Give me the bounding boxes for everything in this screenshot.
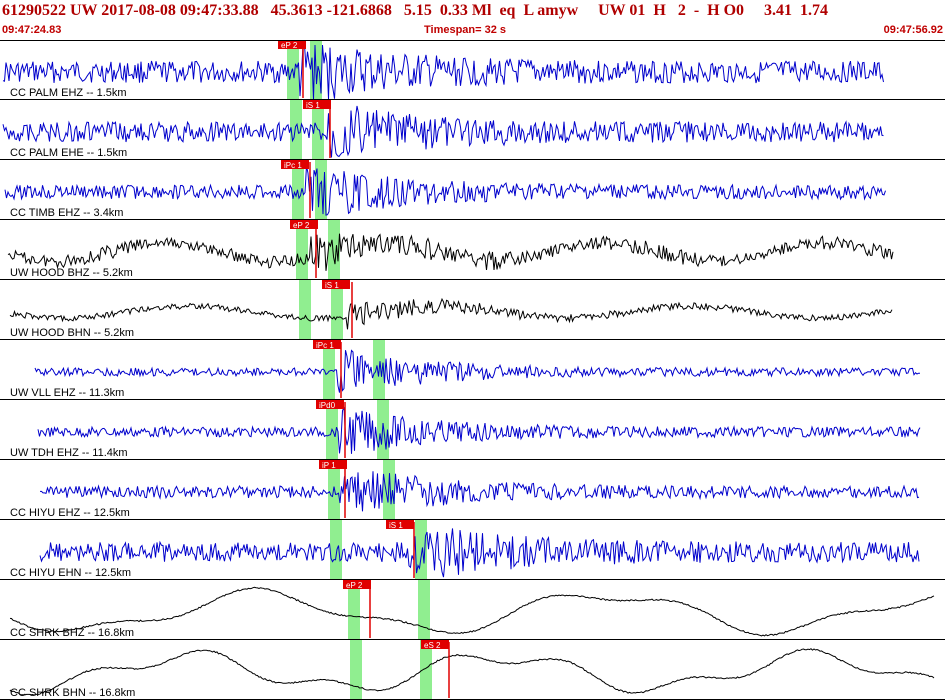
channel-label: CC SHRK BHN -- 16.8km (10, 687, 135, 699)
start-time: 09:47:24.83 (2, 24, 62, 36)
trace-panel[interactable]: iS 1 UW HOOD BHN -- 5.2km (0, 280, 945, 340)
channel-label: UW VLL EHZ -- 11.3km (10, 387, 124, 399)
end-time: 09:47:56.92 (883, 24, 943, 36)
trace-panel[interactable]: iS 1 CC HIYU EHN -- 12.5km (0, 520, 945, 580)
trace-panel[interactable]: eP 2 CC SHRK BHZ -- 16.8km (0, 580, 945, 640)
s-window-highlight (418, 580, 430, 640)
timespan-label: Timespan= 32 s (424, 24, 507, 36)
seismic-waveform (9, 297, 893, 330)
trace-panel[interactable]: iPc 1 CC TIMB EHZ -- 3.4km (0, 160, 945, 220)
pick-label: eP 2 (281, 41, 298, 50)
channel-label: UW HOOD BHN -- 5.2km (10, 327, 134, 339)
channel-label: CC SHRK BHZ -- 16.8km (10, 627, 134, 639)
seismic-waveform (9, 648, 935, 696)
pick-label: iPd0 (319, 401, 336, 410)
trace-panel[interactable]: iPd0 UW TDH EHZ -- 11.4km (0, 400, 945, 460)
trace-panel[interactable]: eP 2 UW HOOD BHZ -- 5.2km (0, 220, 945, 280)
pick-label: iP 1 (322, 461, 336, 470)
channel-label: CC HIYU EHZ -- 12.5km (10, 507, 130, 519)
pick-label: iPc 1 (284, 161, 302, 170)
seismogram-panel[interactable]: eP 2 CC PALM EHZ -- 1.5km iS 1 CC PALM EHE … (0, 40, 945, 700)
seismic-waveform (39, 528, 920, 578)
pick-label: iPc 1 (316, 341, 334, 350)
p-window-highlight (350, 640, 362, 700)
pick-label: iS 1 (306, 101, 320, 110)
p-window-highlight (299, 280, 311, 340)
pick-label: eP 2 (293, 221, 310, 230)
seismic-waveform (34, 349, 921, 393)
trace-panel[interactable]: iPc 1 UW VLL EHZ -- 11.3km (0, 340, 945, 400)
trace-panel[interactable]: iS 1 CC PALM EHE -- 1.5km (0, 100, 945, 160)
pick-label: iS 1 (325, 281, 339, 290)
seismic-waveform (2, 44, 884, 100)
p-window-highlight (330, 520, 342, 580)
channel-label: UW HOOD BHZ -- 5.2km (10, 267, 133, 279)
channel-label: CC HIYU EHN -- 12.5km (10, 567, 131, 579)
seismic-waveform (2, 105, 884, 158)
pick-label: eS 2 (424, 641, 441, 650)
seismic-waveform (37, 407, 921, 454)
trace-panel[interactable]: iP 1 CC HIYU EHZ -- 12.5km (0, 460, 945, 520)
trace-panel[interactable]: eS 2 CC SHRK BHN -- 16.8km (0, 640, 945, 700)
event-header: 61290522 UW 2017-08-08 09:47:33.88 45.36… (0, 0, 945, 40)
pick-label: eP 2 (346, 581, 363, 590)
seismic-waveform (4, 165, 886, 216)
trace-panel[interactable]: eP 2 CC PALM EHZ -- 1.5km (0, 40, 945, 100)
channel-label: UW TDH EHZ -- 11.4km (10, 447, 128, 459)
event-summary-line: 61290522 UW 2017-08-08 09:47:33.88 45.36… (2, 2, 829, 19)
channel-label: CC PALM EHE -- 1.5km (10, 147, 127, 159)
channel-label: CC PALM EHZ -- 1.5km (10, 87, 127, 99)
seismic-waveform (7, 233, 894, 271)
channel-label: CC TIMB EHZ -- 3.4km (10, 207, 123, 219)
seismic-waveform (40, 471, 920, 512)
pick-label: iS 1 (389, 521, 403, 530)
seismic-waveform (9, 586, 935, 637)
